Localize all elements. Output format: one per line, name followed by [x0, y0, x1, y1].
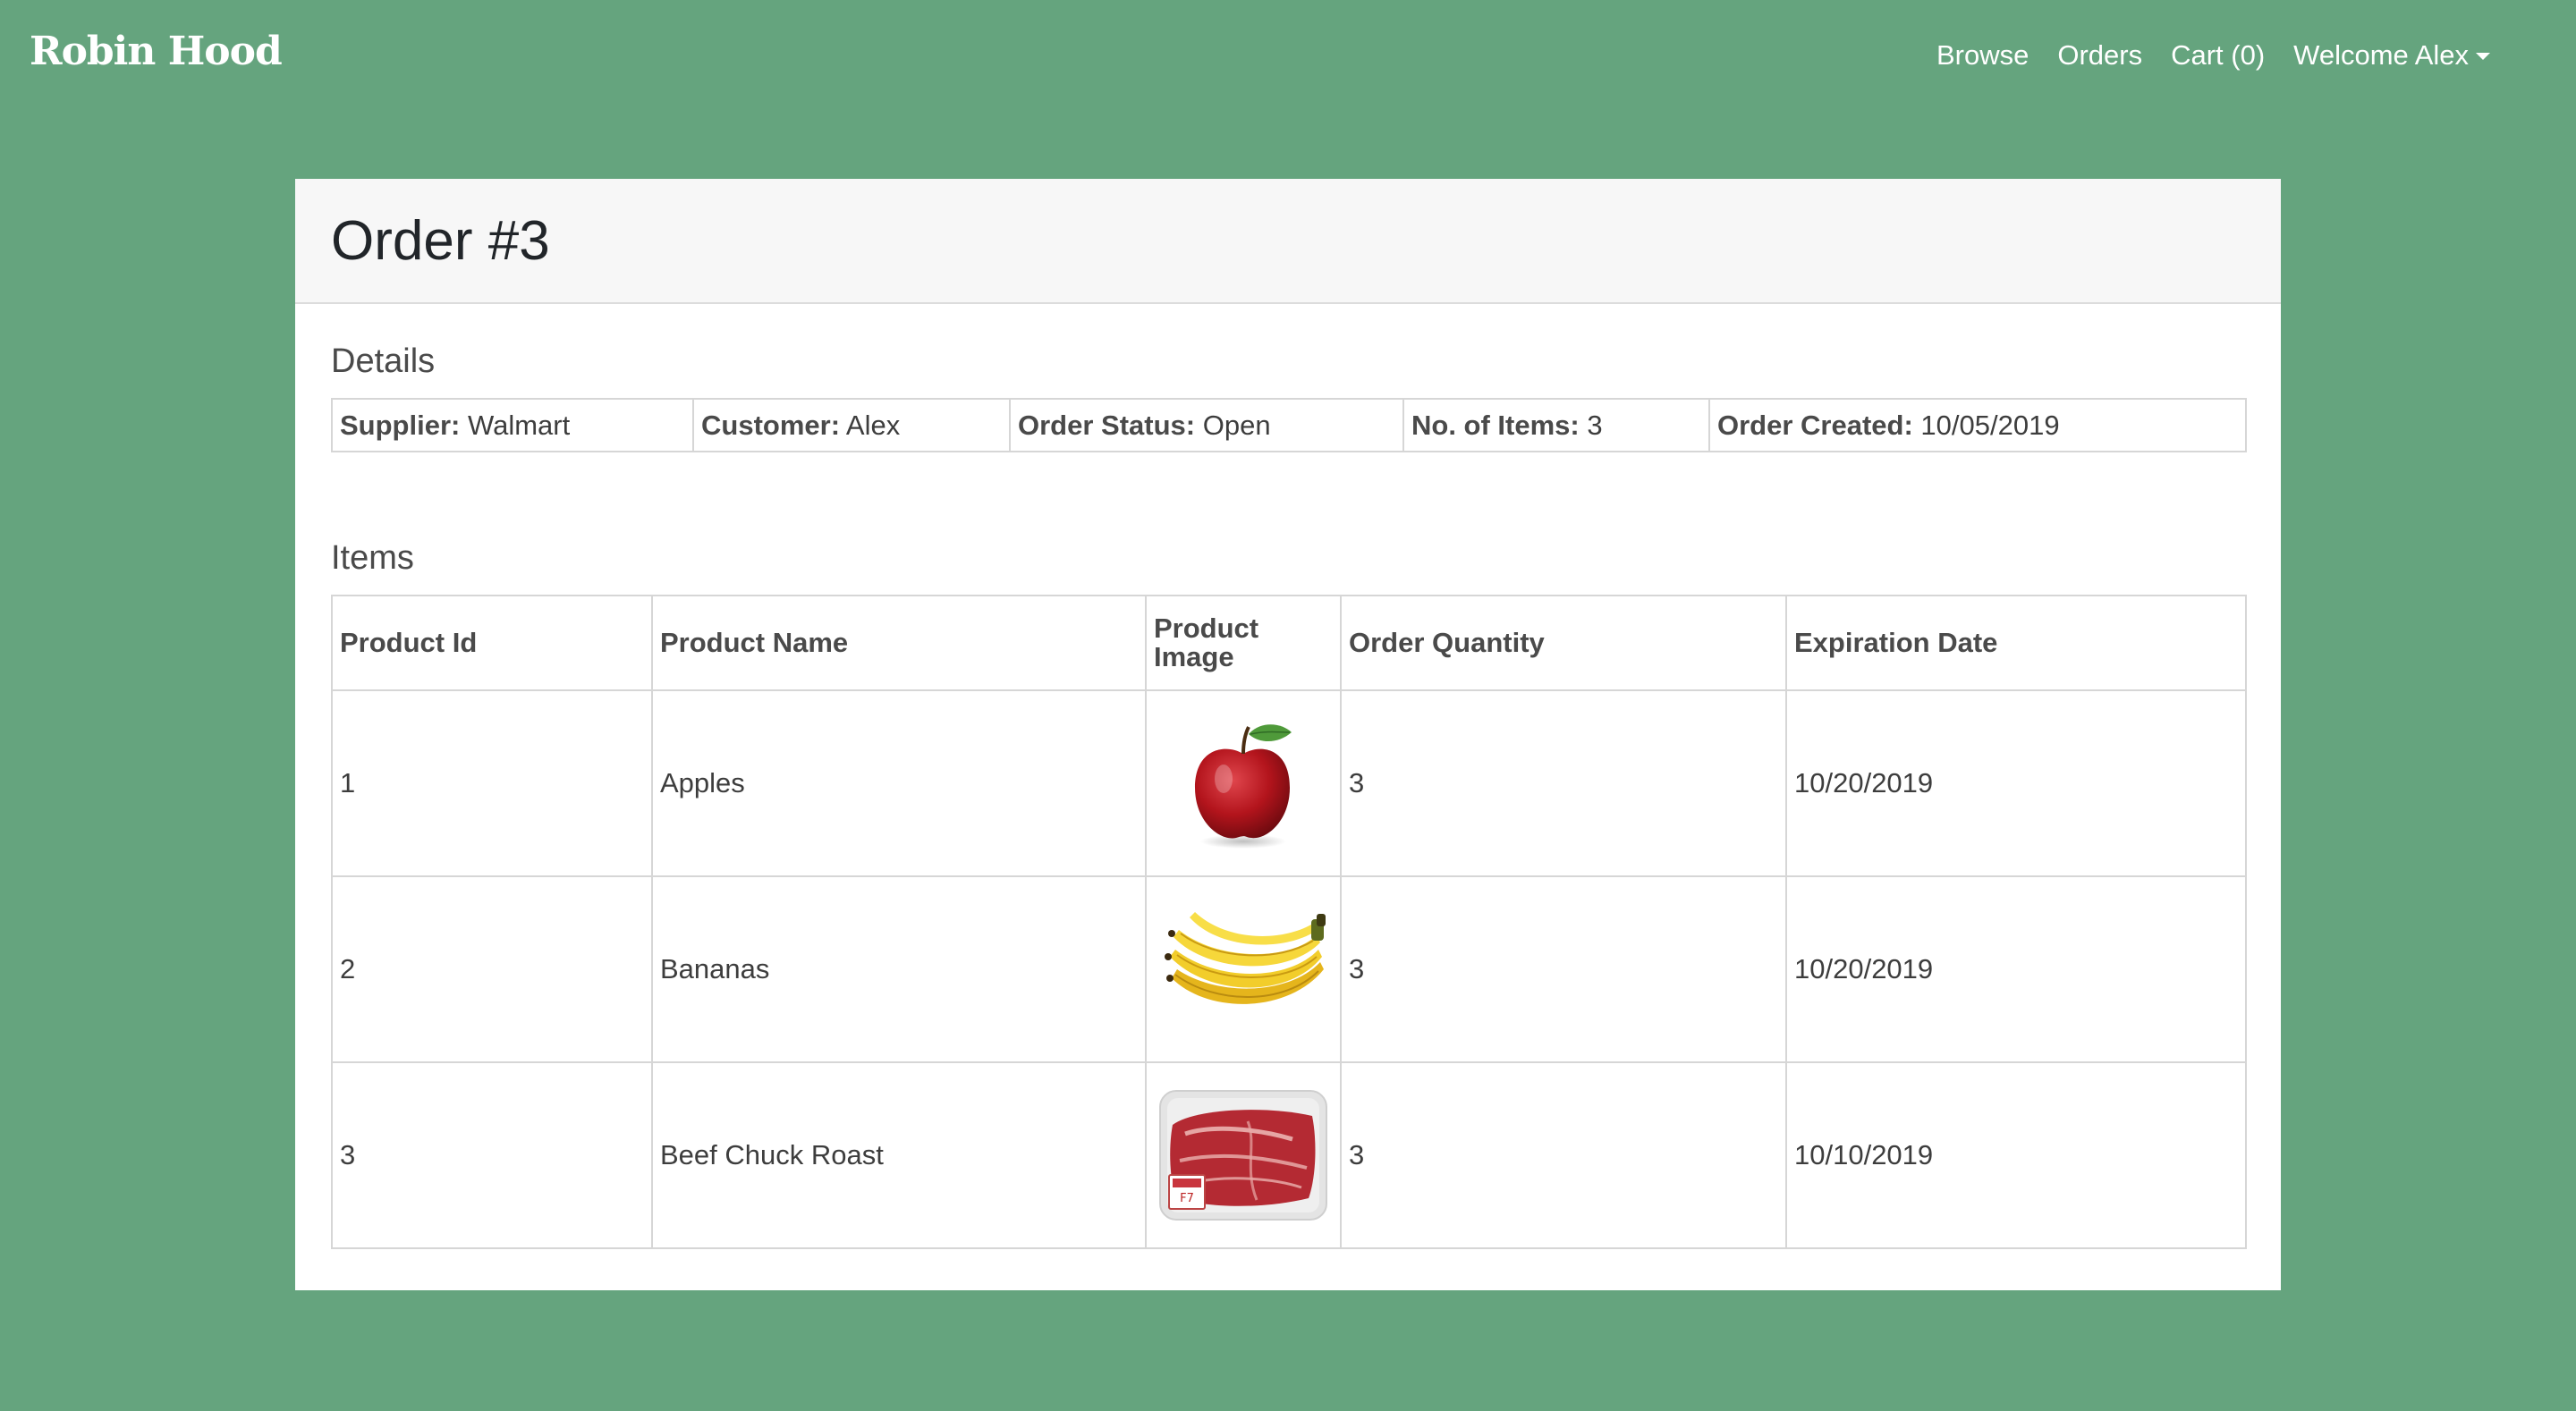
order-status-value: Open: [1202, 409, 1271, 441]
table-row: 3 Beef Chuck Roast F7 3 10/10/2019: [331, 1061, 2247, 1249]
nav-links: Browse Orders Cart (0) Welcome Alex: [1936, 39, 2490, 72]
table-row: 2 Bananas 3 10/20/2019: [331, 875, 2247, 1063]
details-heading: Details: [331, 342, 436, 380]
brand-logo[interactable]: Robin Hood: [30, 29, 283, 74]
navbar: Robin Hood Browse Orders Cart (0) Welcom…: [0, 0, 2576, 114]
column-header-order-quantity: Order Quantity: [1340, 595, 1787, 691]
order-created-value: 10/05/2019: [1920, 409, 2060, 441]
column-header-product-image-line1: Product: [1154, 613, 1259, 644]
expiration-date-cell: 10/10/2019: [1785, 1061, 2247, 1249]
order-quantity-cell: 3: [1340, 689, 1787, 877]
svg-text:F7: F7: [1180, 1192, 1194, 1205]
expiration-date-cell: 10/20/2019: [1785, 689, 2247, 877]
details-row: Supplier: Walmart Customer: Alex Order S…: [331, 398, 2247, 452]
product-name-cell: Apples: [651, 689, 1147, 877]
customer-value: Alex: [845, 409, 901, 441]
column-header-product-id: Product Id: [331, 595, 653, 691]
order-quantity-cell: 3: [1340, 1061, 1787, 1249]
product-id-cell: 3: [331, 1061, 653, 1249]
column-header-expiration-date: Expiration Date: [1785, 595, 2247, 691]
supplier-label: Supplier:: [340, 409, 461, 441]
order-status-cell: Order Status: Open: [1009, 398, 1404, 452]
customer-cell: Customer: Alex: [692, 398, 1011, 452]
product-id-cell: 2: [331, 875, 653, 1063]
supplier-cell: Supplier: Walmart: [331, 398, 694, 452]
order-created-cell: Order Created: 10/05/2019: [1708, 398, 2247, 452]
caret-down-icon: [2476, 53, 2490, 60]
product-name-cell: Beef Chuck Roast: [651, 1061, 1147, 1249]
order-card-header: Order #3: [295, 179, 2281, 304]
nav-orders-link[interactable]: Orders: [2057, 39, 2142, 72]
item-count-label: No. of Items:: [1411, 409, 1580, 441]
items-header-row: Product Id Product Name Product Image Or…: [331, 595, 2247, 691]
column-header-product-name: Product Name: [651, 595, 1147, 691]
bananas-image: [1165, 912, 1326, 1004]
nav-browse-link[interactable]: Browse: [1936, 39, 2029, 72]
customer-label: Customer:: [701, 409, 841, 441]
order-status-label: Order Status:: [1018, 409, 1196, 441]
details-table: Supplier: Walmart Customer: Alex Order S…: [331, 398, 2247, 452]
supplier-value: Walmart: [467, 409, 571, 441]
product-image-cell: F7: [1145, 1061, 1342, 1249]
column-header-product-image: Product Image: [1145, 595, 1342, 691]
beef-chuck-roast-image: F7: [1159, 1090, 1327, 1221]
expiration-date-cell: 10/20/2019: [1785, 875, 2247, 1063]
order-quantity-cell: 3: [1340, 875, 1787, 1063]
table-row: 1 Apples 3 10/20/2019: [331, 689, 2247, 877]
user-menu-dropdown[interactable]: Welcome Alex: [2293, 39, 2490, 72]
order-card: Order #3 Details Supplier: Walmart Custo…: [295, 179, 2281, 1290]
product-image-cell: [1145, 875, 1342, 1063]
apple-image: [1195, 724, 1292, 849]
item-count-cell: No. of Items: 3: [1402, 398, 1710, 452]
column-header-product-image-line2: Image: [1154, 641, 1234, 672]
nav-cart-link[interactable]: Cart (0): [2171, 39, 2265, 72]
items-heading: Items: [331, 539, 414, 577]
product-name-cell: Bananas: [651, 875, 1147, 1063]
item-count-value: 3: [1587, 409, 1603, 441]
order-created-label: Order Created:: [1717, 409, 1913, 441]
product-image-cell: [1145, 689, 1342, 877]
product-id-cell: 1: [331, 689, 653, 877]
items-table: Product Id Product Name Product Image Or…: [331, 595, 2247, 1249]
page-title: Order #3: [331, 209, 550, 272]
user-menu-label: Welcome Alex: [2293, 39, 2469, 71]
